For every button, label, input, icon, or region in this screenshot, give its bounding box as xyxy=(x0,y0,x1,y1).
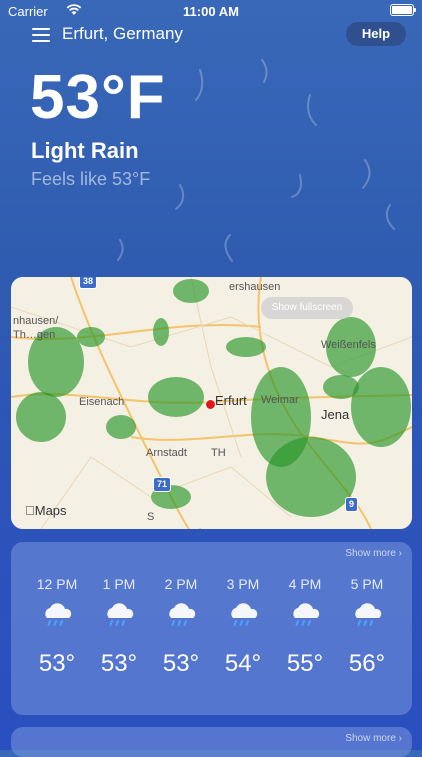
rain-cloud-icon xyxy=(349,602,385,630)
show-more-link[interactable]: Show more › xyxy=(345,733,402,744)
current-temperature: 53°F xyxy=(30,63,166,132)
help-button[interactable]: Help xyxy=(346,22,406,46)
hour-time: 4 PM xyxy=(288,576,322,592)
hourly-item: 12 PM 53° xyxy=(26,576,88,678)
location-pin-icon xyxy=(205,399,216,410)
feels-like: Feels like 53°F xyxy=(31,169,151,189)
map-label: Arnstadt xyxy=(146,447,187,459)
top-bar: Erfurt, Germany Help xyxy=(0,22,422,48)
rain-cloud-icon xyxy=(163,602,199,630)
hour-time: 12 PM xyxy=(36,576,78,592)
hourly-item: 5 PM 56° xyxy=(336,576,398,678)
map-label: Erfurt xyxy=(215,393,247,408)
road-shield: 9 xyxy=(345,497,359,512)
hourly-item: 2 PM 53° xyxy=(150,576,212,678)
secondary-card: Show more › xyxy=(11,727,412,757)
hour-temperature: 53° xyxy=(100,650,138,677)
hour-time: 3 PM xyxy=(226,576,260,592)
hour-time: 1 PM xyxy=(102,576,136,592)
map-label: nhausen/ xyxy=(13,315,59,327)
map-label: Th…gen xyxy=(13,329,56,341)
hourly-list[interactable]: 12 PM 53° 1 PM 53° 2 PM 53° 3 PM 54° 4 PM 55° 5 PM… xyxy=(11,576,412,696)
hourly-item: 3 PM 54° xyxy=(212,576,274,678)
hour-time: 2 PM xyxy=(164,576,198,592)
map-label: Eisenach xyxy=(79,396,125,408)
map-label: S xyxy=(147,511,155,523)
hour-temperature: 53° xyxy=(162,650,200,677)
hour-temperature: 54° xyxy=(224,650,262,677)
show-more-link[interactable]: Show more › xyxy=(345,548,402,559)
map-label: Weißenfels xyxy=(321,339,376,351)
hour-temperature: 55° xyxy=(286,650,324,677)
rain-cloud-icon xyxy=(225,602,261,630)
maps-attribution: Maps xyxy=(25,503,67,518)
hourly-item: 4 PM 55° xyxy=(274,576,336,678)
map-label: TH xyxy=(211,447,226,459)
hourly-item: 1 PM 53° xyxy=(88,576,150,678)
hourly-forecast-card: Show more › 12 PM 53° 1 PM 53° 2 PM 53° 3 PM 54… xyxy=(11,542,412,715)
location-title[interactable]: Erfurt, Germany xyxy=(62,24,183,44)
road-shield: 71 xyxy=(153,477,172,492)
road-shield: 38 xyxy=(79,277,98,289)
status-bar: Carrier 11:00 AM xyxy=(0,0,422,22)
rain-cloud-icon xyxy=(287,602,323,630)
show-fullscreen-button[interactable]: Show fullscreen xyxy=(261,297,353,319)
hour-temperature: 56° xyxy=(348,650,386,677)
hour-time: 5 PM xyxy=(350,576,384,592)
map-label: ershausen xyxy=(229,281,281,293)
current-condition: Light Rain xyxy=(31,138,139,163)
rain-cloud-icon xyxy=(101,602,137,630)
map-label: Jena xyxy=(321,407,350,422)
clock: 11:00 AM xyxy=(183,4,239,19)
hour-temperature: 53° xyxy=(38,650,76,677)
menu-icon[interactable] xyxy=(32,28,50,42)
rain-cloud-icon xyxy=(39,602,75,630)
map-label: Weimar xyxy=(261,394,299,406)
battery-icon xyxy=(390,4,416,16)
radar-map[interactable]: ershausen nhausen/ Th…gen Weißenfels Eis… xyxy=(11,277,412,529)
